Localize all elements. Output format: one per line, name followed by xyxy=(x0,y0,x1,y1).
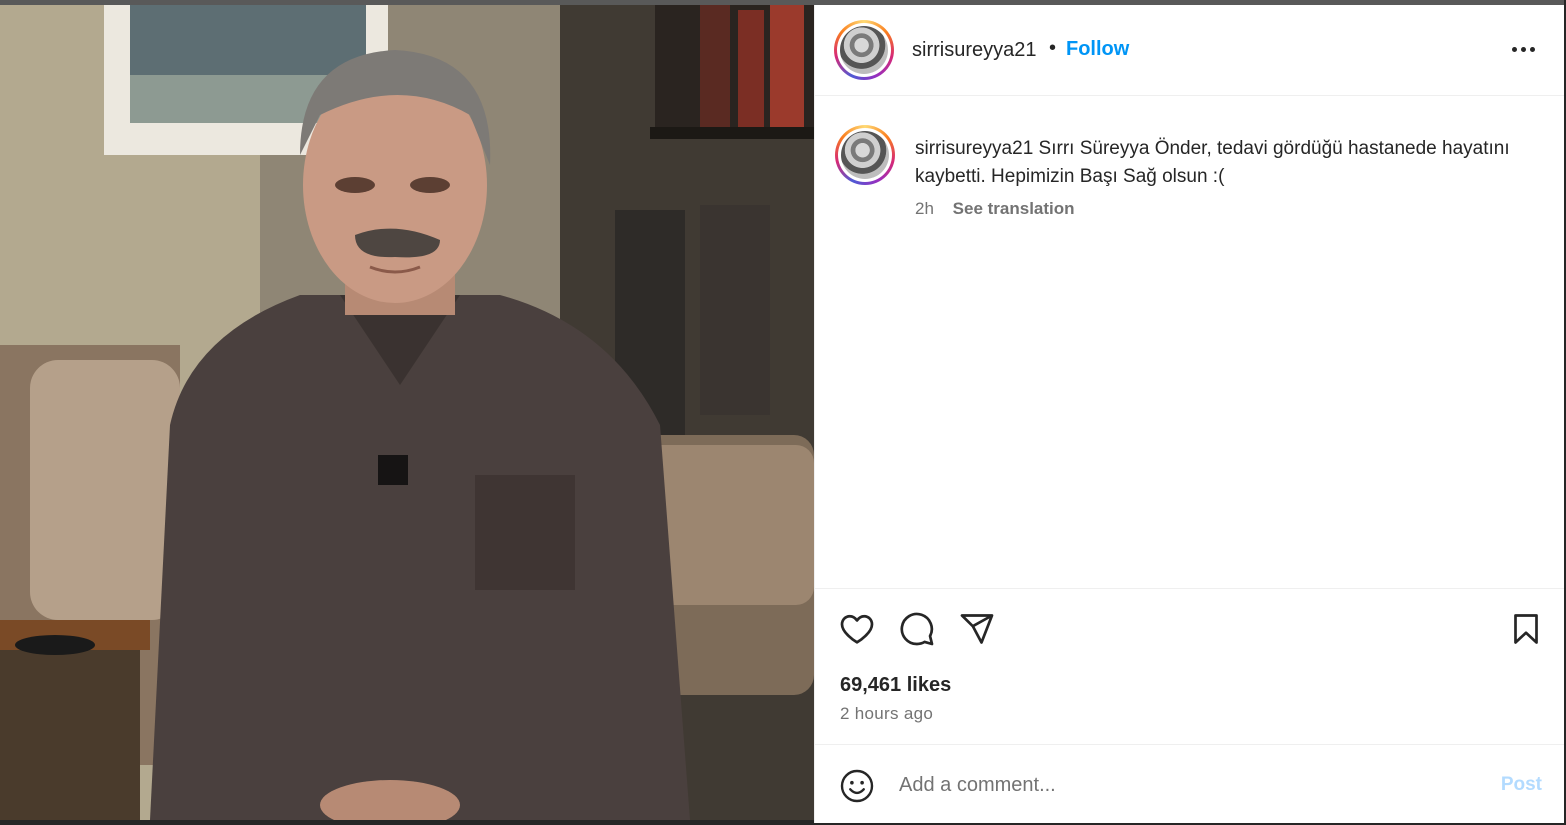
avatar-image xyxy=(841,131,889,179)
post-comment-button[interactable]: Post xyxy=(1501,774,1542,796)
actions-section: 69,461 likes 2 hours ago xyxy=(815,588,1564,745)
caption-avatar[interactable] xyxy=(835,125,895,185)
post-header: sirrisureyya21 • Follow xyxy=(815,5,1564,96)
caption-meta: 2h See translation xyxy=(915,199,1075,219)
see-translation-button[interactable]: See translation xyxy=(953,199,1075,218)
emoji-icon[interactable] xyxy=(839,768,875,804)
post-detail-panel: sirrisureyya21 • Follow sirrisureyya21 S… xyxy=(814,5,1564,823)
heart-icon[interactable] xyxy=(839,611,875,647)
separator-dot: • xyxy=(1049,37,1057,59)
caption-username[interactable]: sirrisureyya21 xyxy=(915,138,1033,159)
likes-count[interactable]: 69,461 likes xyxy=(840,674,951,697)
bookmark-icon[interactable] xyxy=(1508,611,1544,647)
posted-time: 2 hours ago xyxy=(840,704,934,723)
caption-section: sirrisureyya21 Sırrı Süreyya Önder, teda… xyxy=(815,97,1564,587)
more-options-icon[interactable] xyxy=(1512,45,1536,53)
caption-text-block: sirrisureyya21 Sırrı Süreyya Önder, teda… xyxy=(915,135,1515,191)
post-photo[interactable] xyxy=(0,5,814,820)
comment-input[interactable] xyxy=(899,768,1459,802)
post-photo-illustration xyxy=(0,5,814,820)
comment-icon[interactable] xyxy=(899,611,935,647)
share-icon[interactable] xyxy=(959,611,995,647)
author-username[interactable]: sirrisureyya21 xyxy=(912,39,1036,62)
caption-time[interactable]: 2h xyxy=(915,199,934,218)
avatar-image xyxy=(840,26,888,74)
author-avatar[interactable] xyxy=(834,20,894,80)
comment-bar: Post xyxy=(815,746,1564,823)
follow-button[interactable]: Follow xyxy=(1066,38,1129,61)
